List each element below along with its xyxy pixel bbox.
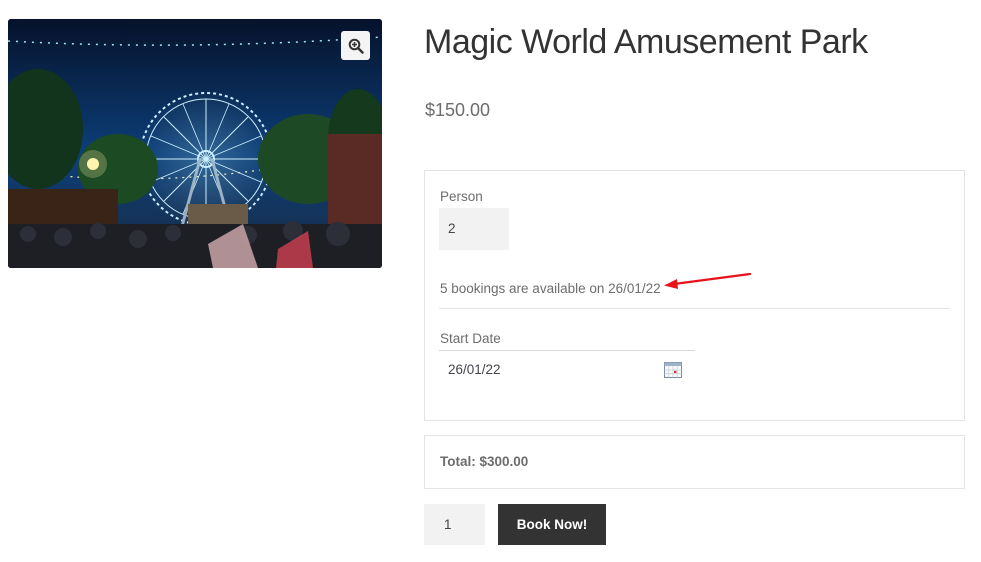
ferris-wheel-photo (8, 19, 382, 268)
zoom-button[interactable] (341, 31, 370, 60)
start-date-label: Start Date (440, 331, 501, 346)
annotation-arrow-icon (664, 272, 752, 289)
person-input[interactable]: 2 (439, 208, 509, 250)
divider (439, 308, 950, 309)
total-box: Total: $300.00 (424, 435, 965, 489)
person-label: Person (440, 189, 483, 204)
product-title: Magic World Amusement Park (424, 23, 868, 61)
calendar-icon[interactable] (664, 361, 682, 379)
zoom-in-icon (348, 38, 364, 54)
product-price: $150.00 (425, 100, 491, 120)
product-page: Magic World Amusement Park $150.00 Perso… (0, 0, 981, 562)
start-date-value: 26/01/22 (448, 362, 501, 377)
quantity-input[interactable]: 1 (424, 504, 485, 545)
availability-note: 5 bookings are available on 26/01/22 (440, 281, 661, 296)
product-image[interactable] (8, 19, 382, 268)
total-price: Total: $300.00 (440, 454, 529, 469)
book-now-button[interactable]: Book Now! (498, 504, 606, 545)
start-date-input[interactable]: 26/01/22 (439, 350, 695, 390)
